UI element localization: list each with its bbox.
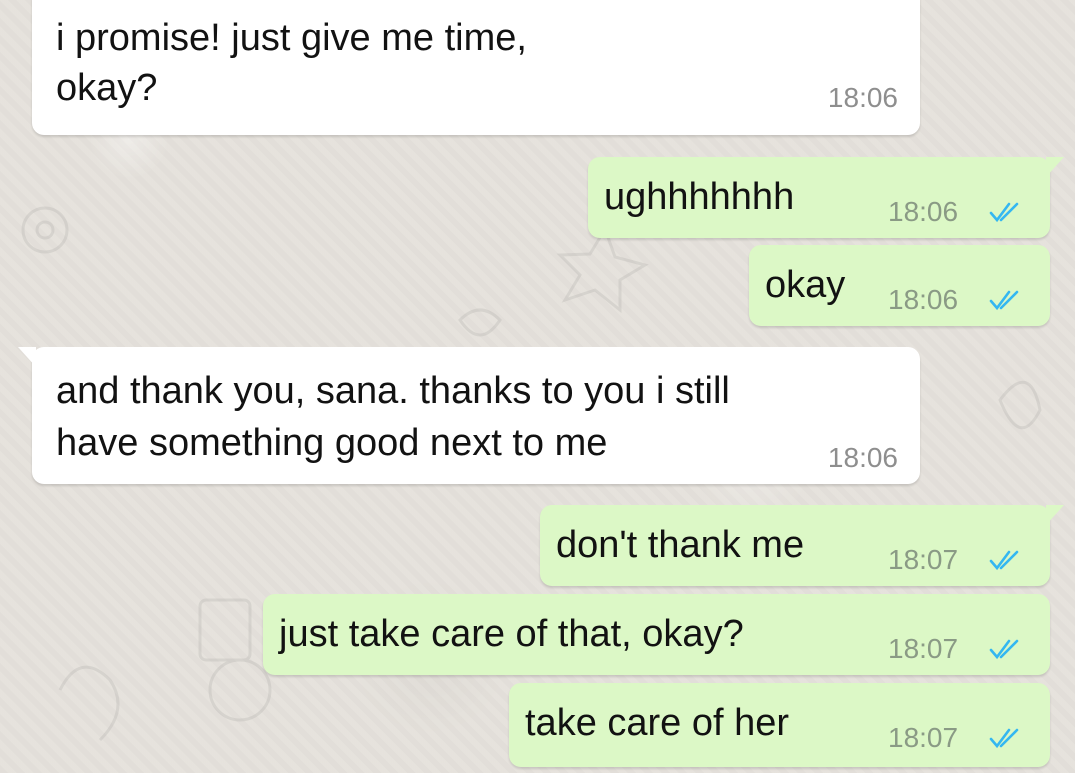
chat-area: i promise! just give me time, okay? 18:0…: [0, 0, 1075, 773]
bubble-tail: [1046, 157, 1064, 177]
double-check-icon: [989, 639, 1019, 660]
message-text-line: have something good next to me: [56, 422, 608, 464]
message-text-line: okay: [765, 264, 846, 306]
message-outgoing[interactable]: ughhhhhhh 18:06: [588, 157, 1064, 238]
message-timestamp: 18:07: [888, 633, 959, 664]
message-text-line: just take care of that, okay?: [279, 613, 744, 655]
double-check-icon: [989, 290, 1019, 311]
message-text-line: i promise! just give me time,: [56, 17, 527, 59]
message-outgoing[interactable]: just take care of that, okay? 18:07: [263, 594, 1050, 675]
double-check-icon: [989, 202, 1019, 223]
message-text-line: don't thank me: [556, 524, 805, 566]
message-text-line: take care of her: [525, 702, 790, 744]
bubble-tail: [1046, 505, 1064, 525]
message-text-line: ughhhhhhh: [604, 176, 795, 218]
message-timestamp: 18:07: [888, 722, 959, 753]
message-text-line: and thank you, sana. thanks to you i sti…: [56, 370, 730, 412]
bubble-tail: [18, 347, 36, 367]
message-text-line: okay?: [56, 67, 158, 109]
double-check-icon: [989, 550, 1019, 571]
message-outgoing[interactable]: take care of her 18:07: [509, 683, 1050, 767]
message-outgoing[interactable]: okay 18:06: [749, 245, 1050, 326]
double-check-icon: [989, 728, 1019, 749]
message-timestamp: 18:06: [827, 442, 898, 473]
message-outgoing[interactable]: don't thank me 18:07: [540, 505, 1064, 586]
message-timestamp: 18:06: [888, 284, 959, 315]
message-incoming[interactable]: and thank you, sana. thanks to you i sti…: [18, 347, 920, 484]
message-timestamp: 18:06: [827, 82, 898, 113]
message-timestamp: 18:07: [888, 544, 959, 575]
message-incoming[interactable]: i promise! just give me time, okay? 18:0…: [32, 0, 920, 135]
message-timestamp: 18:06: [888, 196, 959, 227]
